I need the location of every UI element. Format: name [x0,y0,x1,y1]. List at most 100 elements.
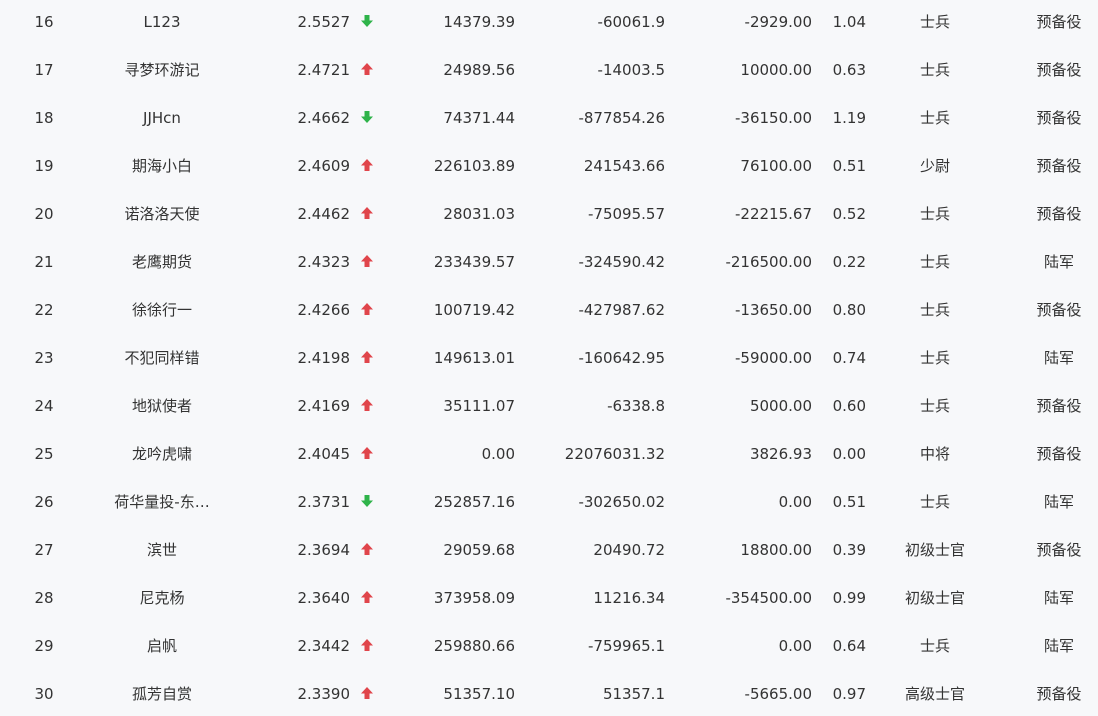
ratio-cell: 0.64 [832,637,866,655]
unit-cell: 预备役 [1036,397,1082,415]
equity-cell: 28031.03 [443,205,515,223]
trader-name[interactable]: 孤芳自赏 [92,672,232,716]
trader-name[interactable]: 寻梦环游记 [92,48,232,96]
score-cell: 2.3694 [297,541,351,559]
military-rank-cell: 初级士官 [904,541,965,559]
profit-cell: 11216.34 [593,589,665,607]
table-row[interactable]: 29 启帆 2.3442 259880.66 -759965.1 0.00 0.64 士兵 陆军 [0,624,1098,672]
trader-name[interactable]: 老鹰期货 [92,240,232,288]
rank-cell: 17 [34,61,54,79]
arrow-up-icon [356,576,378,624]
table-row[interactable]: 17 寻梦环游记 2.4721 24989.56 -14003.5 10000.00 0.6… [0,48,1098,96]
score-cell: 2.4266 [297,301,351,319]
net-flow-cell: -2929.00 [744,13,812,31]
rank-cell: 29 [34,637,54,655]
military-rank-cell: 高级士官 [904,685,965,703]
rank-cell: 25 [34,445,54,463]
equity-cell: 51357.10 [443,685,515,703]
table-row[interactable]: 28 尼克杨 2.3640 373958.09 11216.34 -354500.00 0.… [0,576,1098,624]
military-rank-cell: 少尉 [919,157,950,175]
profit-cell: -160642.95 [578,349,665,367]
score-cell: 2.3640 [297,589,351,607]
arrow-down-icon [356,480,378,528]
unit-cell: 陆军 [1043,637,1074,655]
ratio-cell: 0.52 [832,205,866,223]
unit-cell: 预备役 [1036,541,1082,559]
arrow-down-icon [356,96,378,144]
military-rank-cell: 士兵 [919,253,950,271]
profit-cell: 51357.1 [602,685,665,703]
profit-cell: 20490.72 [593,541,665,559]
military-rank-cell: 中将 [919,445,950,463]
arrow-up-icon [356,432,378,480]
table-row[interactable]: 20 诺洛洛天使 2.4462 28031.03 -75095.57 -22215.67 0… [0,192,1098,240]
score-cell: 2.4323 [297,253,351,271]
score-cell: 2.4462 [297,205,351,223]
score-cell: 2.3390 [297,685,351,703]
ratio-cell: 1.19 [832,109,866,127]
trader-name[interactable]: 地狱使者 [92,384,232,432]
trader-name[interactable]: 徐徐行一 [92,288,232,336]
rank-cell: 24 [34,397,54,415]
ratio-cell: 0.39 [832,541,866,559]
table-row[interactable]: 25 龙吟虎啸 2.4045 0.00 22076031.32 3826.93 0.00 中将… [0,432,1098,480]
trader-name[interactable]: 期海小白 [92,144,232,192]
net-flow-cell: -354500.00 [725,589,812,607]
table-row[interactable]: 26 荷华量投-东… 2.3731 252857.16 -302650.02 0.00 0.… [0,480,1098,528]
trader-name[interactable]: 滨世 [92,528,232,576]
arrow-up-icon [356,384,378,432]
equity-cell: 149613.01 [433,349,515,367]
arrow-up-icon [356,240,378,288]
rank-cell: 21 [34,253,54,271]
trader-name[interactable]: 龙吟虎啸 [92,432,232,480]
trader-name[interactable]: 不犯同样错 [92,336,232,384]
table-row[interactable]: 27 滨世 2.3694 29059.68 20490.72 18800.00 0.39 初级… [0,528,1098,576]
trader-name[interactable]: 荷华量投-东… [92,480,232,528]
trader-name[interactable]: L123 [92,0,232,48]
unit-cell: 陆军 [1043,253,1074,271]
table-row[interactable]: 18 JJHcn 2.4662 74371.44 -877854.26 -36150.00… [0,96,1098,144]
trader-name[interactable]: 诺洛洛天使 [92,192,232,240]
table-row[interactable]: 19 期海小白 2.4609 226103.89 241543.66 76100.00 0.… [0,144,1098,192]
military-rank-cell: 士兵 [919,109,950,127]
profit-cell: -14003.5 [597,61,665,79]
unit-cell: 预备役 [1036,685,1082,703]
trader-name[interactable]: JJHcn [92,96,232,144]
net-flow-cell: 0.00 [778,493,812,511]
ratio-cell: 0.99 [832,589,866,607]
arrow-up-icon [356,192,378,240]
table-row[interactable]: 21 老鹰期货 2.4323 233439.57 -324590.42 -216500.0… [0,240,1098,288]
ratio-cell: 0.63 [832,61,866,79]
rank-cell: 27 [34,541,54,559]
ratio-cell: 0.97 [832,685,866,703]
military-rank-cell: 初级士官 [904,589,965,607]
military-rank-cell: 士兵 [919,61,950,79]
net-flow-cell: 76100.00 [740,157,812,175]
unit-cell: 预备役 [1036,13,1082,31]
arrow-up-icon [356,336,378,384]
table-row[interactable]: 16 L123 2.5527 14379.39 -60061.9 -2929.00 1.04… [0,0,1098,48]
net-flow-cell: -59000.00 [735,349,812,367]
score-cell: 2.4662 [297,109,351,127]
trader-name[interactable]: 启帆 [92,624,232,672]
profit-cell: -877854.26 [578,109,665,127]
arrow-up-icon [356,528,378,576]
table-row[interactable]: 24 地狱使者 2.4169 35111.07 -6338.8 5000.00 0.60 士兵… [0,384,1098,432]
military-rank-cell: 士兵 [919,205,950,223]
net-flow-cell: -22215.67 [735,205,812,223]
equity-cell: 252857.16 [433,493,515,511]
profit-cell: -60061.9 [597,13,665,31]
profit-cell: -6338.8 [607,397,665,415]
table-row[interactable]: 23 不犯同样错 2.4198 149613.01 -160642.95 -59000.0… [0,336,1098,384]
rank-cell: 26 [34,493,54,511]
trader-name[interactable]: 尼克杨 [92,576,232,624]
score-cell: 2.4169 [297,397,351,415]
ratio-cell: 0.51 [832,157,866,175]
equity-cell: 226103.89 [433,157,515,175]
military-rank-cell: 士兵 [919,397,950,415]
net-flow-cell: 10000.00 [740,61,812,79]
table-row[interactable]: 30 孤芳自赏 2.3390 51357.10 51357.1 -5665.00 0.97 高… [0,672,1098,716]
military-rank-cell: 士兵 [919,301,950,319]
ratio-cell: 0.80 [832,301,866,319]
table-row[interactable]: 22 徐徐行一 2.4266 100719.42 -427987.62 -13650.00… [0,288,1098,336]
